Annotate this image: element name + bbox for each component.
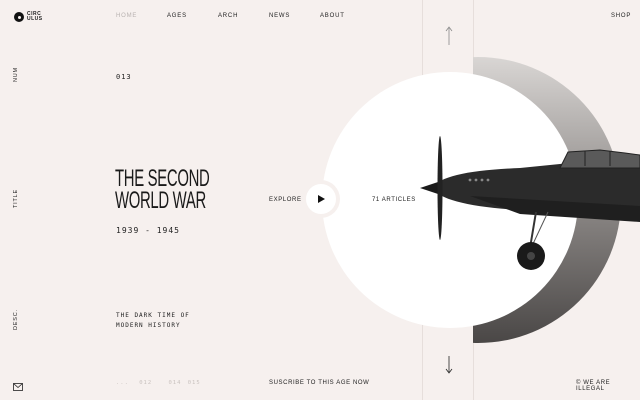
play-icon <box>317 195 325 203</box>
arrow-up-icon[interactable] <box>444 26 454 51</box>
arrow-down-icon[interactable] <box>444 355 454 380</box>
play-button[interactable] <box>302 180 340 218</box>
articles-count[interactable]: 71 ARTICLES <box>372 197 416 203</box>
explore-label[interactable]: EXPLORE <box>269 197 302 203</box>
